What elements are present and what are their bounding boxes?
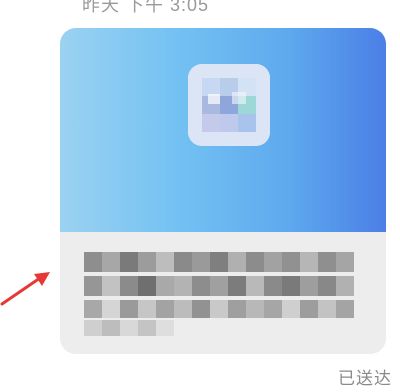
shared-card-message[interactable] [60,28,386,354]
redacted-text [84,252,354,336]
pointer-arrow-icon [0,272,50,306]
delivery-status: 已送达 [338,369,392,388]
card-body [60,232,386,354]
app-icon-mosaic [188,64,270,146]
app-icon [188,64,270,146]
card-banner [60,28,386,232]
message-timestamp: 昨天 下午 3:05 [82,0,210,15]
